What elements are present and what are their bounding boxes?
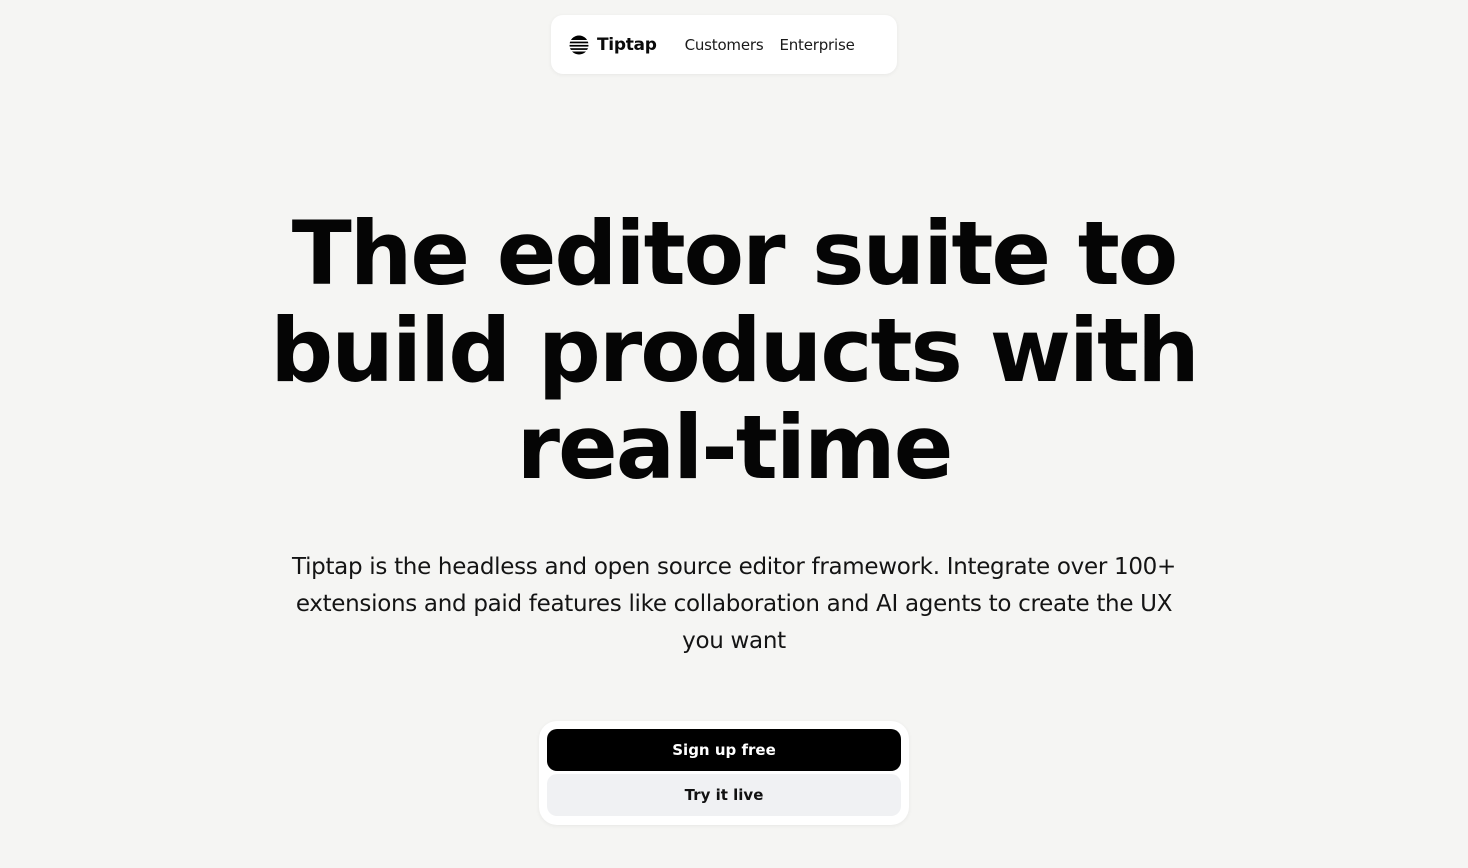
brand-link[interactable]: Tiptap [569,35,657,55]
try-it-live-button[interactable]: Try it live [547,774,901,816]
cta-group: Sign up free Try it live [539,721,909,825]
page: Tiptap Customers Enterprise The editor s… [0,0,1468,868]
tiptap-logo-icon [569,35,589,55]
top-navbar: Tiptap Customers Enterprise [551,15,897,74]
hero-title: The editor suite to build products with … [270,202,1200,499]
nav-link-customers[interactable]: Customers [685,36,764,54]
hero-subtitle: Tiptap is the headless and open source e… [292,554,1176,654]
brand-name: Tiptap [597,34,657,55]
sign-up-free-button[interactable]: Sign up free [547,729,901,771]
nav-link-enterprise[interactable]: Enterprise [779,36,854,54]
nav-links: Customers Enterprise [685,36,871,54]
